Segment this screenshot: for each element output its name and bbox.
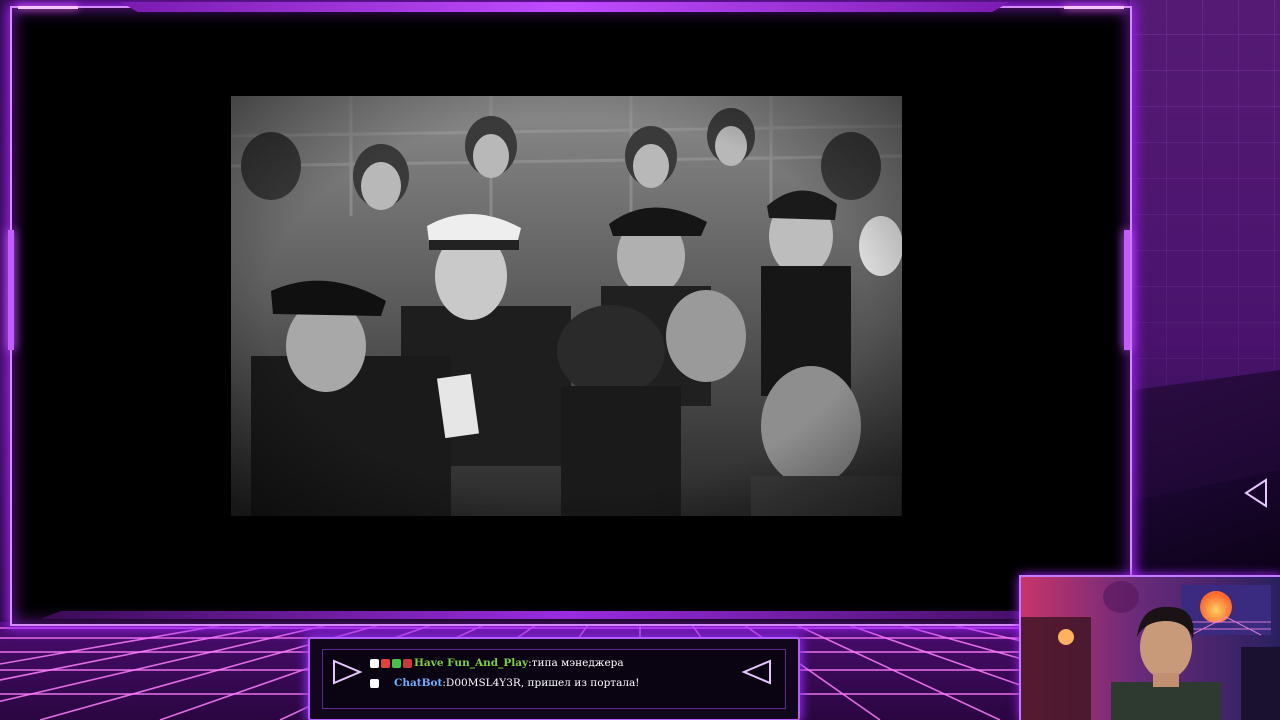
- chat-overlay: Have Fun_And_Play: типа мэнеджера ChatBo…: [308, 637, 800, 720]
- heart-badge-icon: [381, 658, 390, 668]
- frame-side-accent: [8, 230, 14, 350]
- webcam-feed: [1019, 575, 1280, 720]
- video-player: [231, 96, 902, 516]
- chat-text: типа мэнеджера: [531, 657, 624, 669]
- frame-corner: [18, 6, 78, 9]
- flag-badge-icon: [403, 658, 412, 668]
- check-badge-icon: [392, 658, 401, 668]
- frame-top-tab: [120, 2, 1010, 12]
- chat-message: Have Fun_And_Play: типа мэнеджера: [370, 653, 730, 673]
- webcam-image: [1021, 577, 1280, 720]
- chat-text: D00MSL4Y3R, пришел из портала!: [445, 677, 640, 689]
- frame-corner: [1064, 6, 1124, 9]
- bot-badge-icon: [370, 658, 379, 668]
- chat-username[interactable]: Have Fun_And_Play: [414, 657, 528, 669]
- frame-bottom-tab: [40, 611, 1090, 619]
- play-triangle-icon: [333, 659, 363, 685]
- frame-side-accent: [1124, 230, 1130, 350]
- side-triangle-icon: [1244, 478, 1267, 508]
- bot-badge-icon: [370, 678, 379, 688]
- chat-messages: Have Fun_And_Play: типа мэнеджера ChatBo…: [370, 653, 730, 693]
- stream-overlay: Have Fun_And_Play: типа мэнеджера ChatBo…: [0, 0, 1280, 720]
- chat-message: ChatBot: D00MSL4Y3R, пришел из портала!: [370, 673, 730, 693]
- back-triangle-icon: [741, 659, 771, 685]
- video-frame-image: [231, 96, 902, 516]
- chat-username[interactable]: ChatBot: [394, 677, 442, 689]
